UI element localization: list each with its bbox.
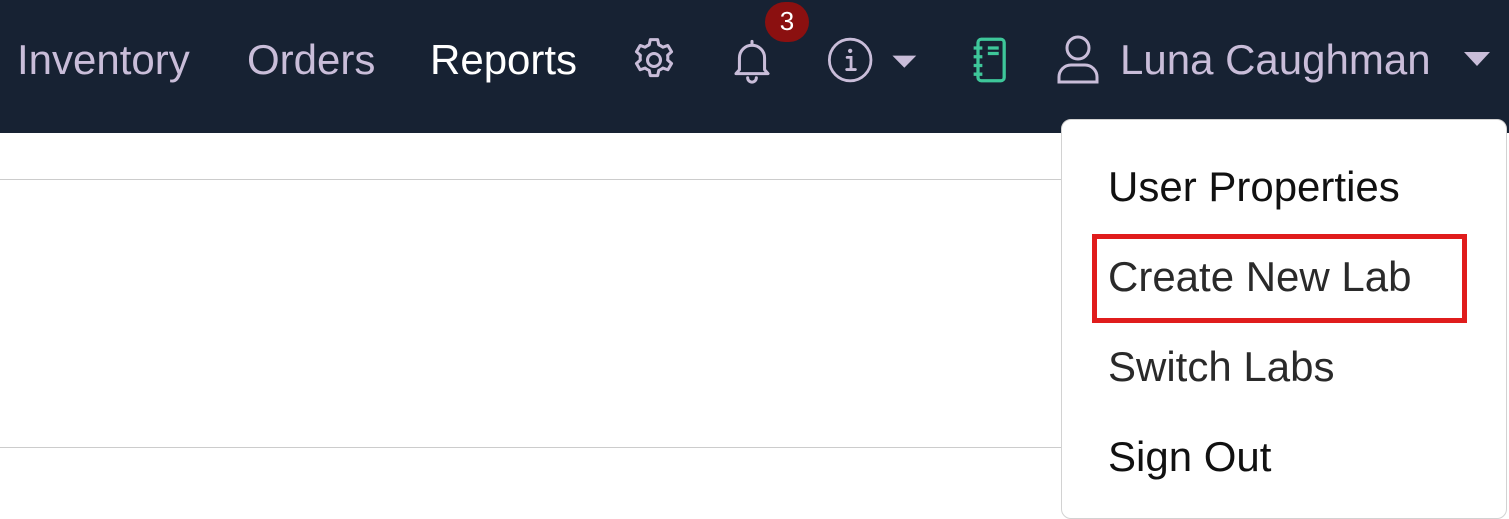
notebook-icon — [973, 37, 1006, 83]
info-menu-button[interactable] — [824, 34, 924, 86]
user-icon — [1057, 35, 1099, 84]
user-dropdown-menu: User Properties Create New Lab Switch La… — [1061, 119, 1507, 519]
info-circle-icon — [827, 37, 917, 83]
content-divider — [0, 179, 1062, 180]
nav-link-reports[interactable]: Reports — [430, 36, 577, 84]
menu-item-user-properties[interactable]: User Properties — [1108, 162, 1400, 212]
gear-icon — [634, 38, 674, 78]
nav-link-inventory[interactable]: Inventory — [17, 36, 190, 84]
user-menu-toggle[interactable]: Luna Caughman — [1054, 30, 1494, 90]
content-divider — [0, 447, 1062, 448]
menu-item-switch-labs[interactable]: Switch Labs — [1108, 342, 1334, 392]
notification-count-badge: 3 — [765, 2, 809, 42]
menu-item-sign-out[interactable]: Sign Out — [1108, 432, 1271, 482]
chevron-down-icon — [1464, 52, 1490, 66]
bell-icon — [734, 39, 770, 84]
settings-button[interactable] — [628, 34, 680, 86]
menu-item-create-new-lab[interactable]: Create New Lab — [1108, 252, 1412, 302]
notebook-button[interactable] — [968, 36, 1012, 84]
top-navbar: Inventory Orders Reports 3 Luna Caughman — [0, 0, 1509, 133]
user-name: Luna Caughman — [1120, 36, 1431, 83]
notifications-button[interactable] — [726, 34, 778, 86]
nav-link-orders[interactable]: Orders — [247, 36, 375, 84]
